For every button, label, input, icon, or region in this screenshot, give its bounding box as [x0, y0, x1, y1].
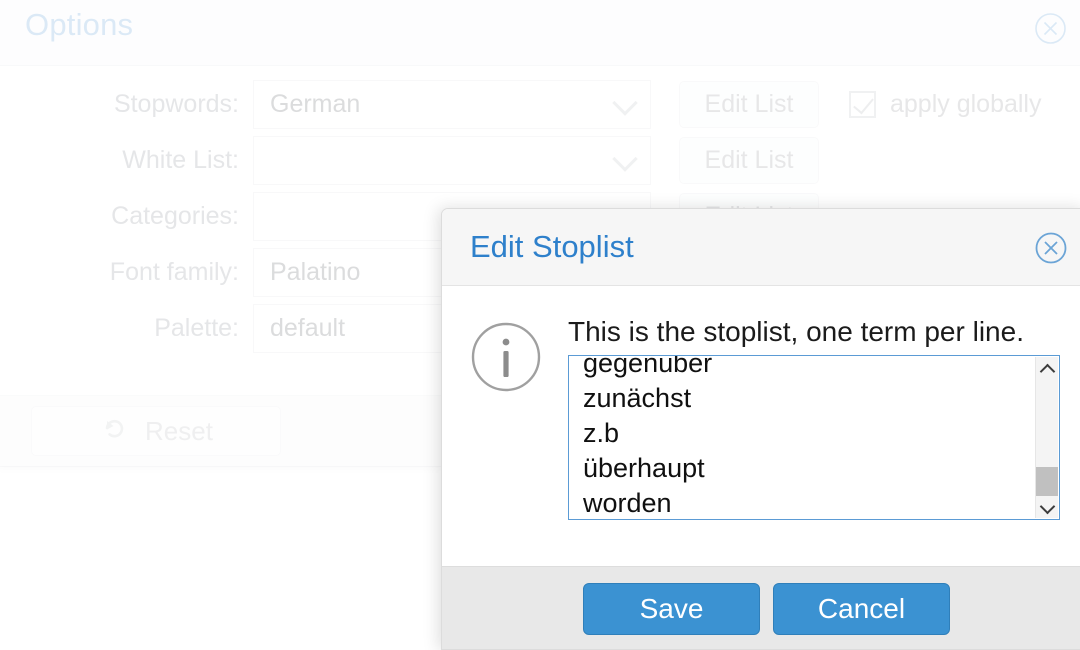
info-circle-icon: [469, 320, 543, 394]
save-button[interactable]: Save: [583, 583, 760, 635]
stopwords-select[interactable]: German: [253, 79, 651, 129]
textarea-scrollbar[interactable]: [1035, 357, 1058, 518]
options-header: Options: [0, 0, 1080, 66]
apply-globally-label: apply globally: [890, 89, 1042, 118]
whitelist-select[interactable]: [253, 135, 651, 185]
edit-list-button-stopwords[interactable]: Edit List: [679, 80, 819, 128]
close-circle-icon[interactable]: [1034, 12, 1067, 45]
stoplist-footer: Save Cancel: [442, 566, 1080, 649]
palette-value: default: [270, 313, 346, 342]
stoplist-message: This is the stoplist, one term per line.: [568, 316, 1024, 347]
stoplist-body: This is the stoplist, one term per line.…: [442, 286, 1080, 567]
options-title: Options: [25, 7, 134, 42]
font-family-label: Font family:: [109, 257, 239, 286]
reset-button[interactable]: Reset: [31, 406, 281, 456]
checkbox-check-icon: [849, 90, 876, 118]
stopwords-value: German: [270, 89, 361, 118]
options-row-stopwords: Stopwords: German Edit List apply global…: [0, 76, 1080, 132]
stoplist-textarea-value: gegenüber zunächst z.b überhaupt worden: [583, 355, 713, 518]
chevron-down-icon: [612, 146, 638, 172]
stoplist-title: Edit Stoplist: [470, 229, 634, 264]
chevron-down-icon[interactable]: [1036, 496, 1058, 518]
stoplist-header: Edit Stoplist: [442, 209, 1080, 286]
whitelist-label: White List:: [122, 145, 239, 174]
edit-stoplist-modal: Edit Stoplist This is the stoplist, one …: [441, 208, 1080, 650]
chevron-up-icon[interactable]: [1036, 357, 1058, 380]
palette-label: Palette:: [154, 313, 239, 342]
edit-list-button-whitelist[interactable]: Edit List: [679, 136, 819, 184]
stopwords-label: Stopwords:: [113, 89, 239, 118]
options-row-whitelist: White List: Edit List: [0, 132, 1080, 188]
undo-arrow-icon: [99, 414, 129, 449]
apply-globally-checkbox[interactable]: apply globally: [849, 90, 1042, 119]
close-circle-icon[interactable]: [1034, 231, 1068, 265]
font-family-value: Palatino: [270, 257, 361, 286]
categories-label: Categories:: [111, 201, 239, 230]
reset-button-label: Reset: [145, 415, 213, 446]
stoplist-textarea[interactable]: gegenüber zunächst z.b überhaupt worden: [568, 355, 1060, 520]
cancel-button[interactable]: Cancel: [773, 583, 950, 635]
chevron-down-icon: [612, 90, 638, 116]
